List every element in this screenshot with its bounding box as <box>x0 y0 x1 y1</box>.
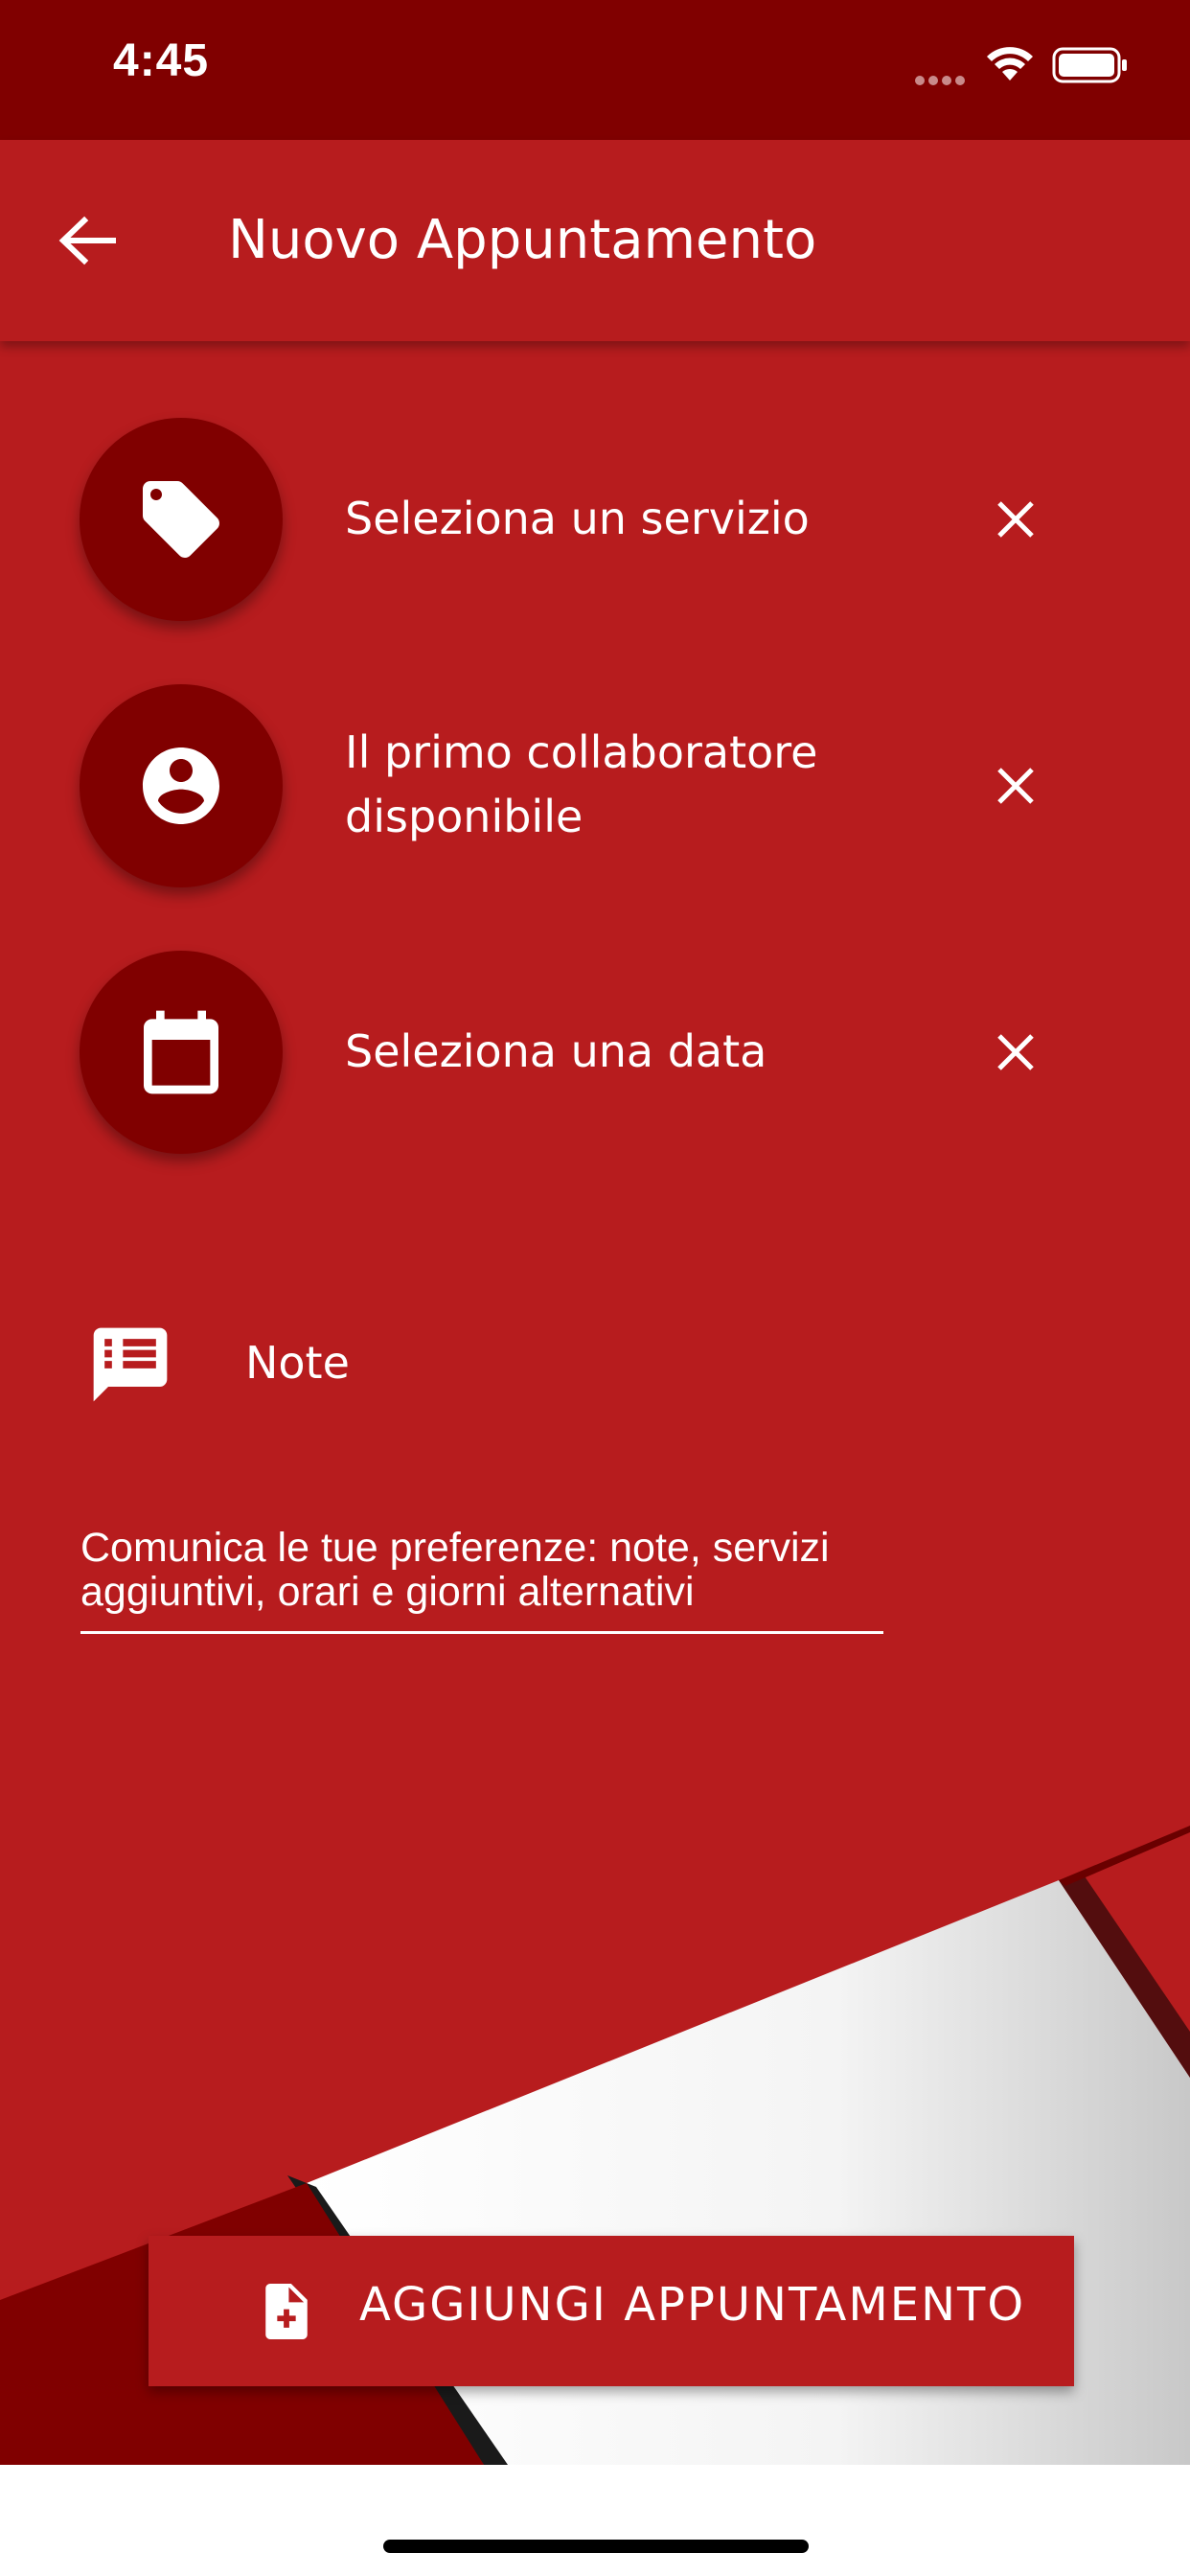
select-date-row[interactable]: Seleziona una data <box>0 951 1190 1154</box>
wifi-icon <box>987 47 1033 80</box>
date-label: Seleziona una data <box>345 1025 767 1077</box>
app-bar: Nuovo Appuntamento <box>0 140 1190 341</box>
home-indicator[interactable] <box>383 2540 809 2553</box>
status-bar: 4:45 <box>0 0 1190 140</box>
page-title: Nuovo Appuntamento <box>228 209 817 271</box>
add-appointment-label: AGGIUNGI APPUNTAMENTO <box>359 2278 1026 2332</box>
collaborator-label: Il primo collaboratore disponibile <box>345 726 818 842</box>
notes-placeholder: Comunica le tue preferenze: note, serviz… <box>80 1525 830 1615</box>
account-circle-icon <box>143 748 219 824</box>
add-document-icon <box>265 2284 308 2339</box>
service-icon-button[interactable] <box>80 418 283 621</box>
back-button[interactable] <box>52 207 128 274</box>
signal-icon <box>915 71 969 89</box>
service-label: Seleziona un servizio <box>345 493 810 544</box>
notes-icon <box>93 1327 168 1402</box>
add-appointment-button[interactable]: AGGIUNGI APPUNTAMENTO <box>149 2236 1074 2386</box>
tag-icon <box>143 481 219 558</box>
background-graphic <box>0 0 1190 2576</box>
calendar-icon <box>144 1010 218 1094</box>
clear-service-button[interactable] <box>992 495 1040 543</box>
clear-date-button[interactable] <box>992 1028 1040 1076</box>
battery-icon <box>1052 47 1127 83</box>
home-indicator-area <box>0 2465 1190 2576</box>
select-collaborator-row[interactable]: Il primo collaboratore disponibile <box>0 684 1190 887</box>
notes-input[interactable]: Comunica le tue preferenze: note, serviz… <box>80 1526 883 1634</box>
collaborator-icon-button[interactable] <box>80 684 283 887</box>
notes-label: Note <box>245 1337 350 1389</box>
clear-collaborator-button[interactable] <box>992 762 1040 810</box>
select-service-row[interactable]: Seleziona un servizio <box>0 418 1190 621</box>
date-icon-button[interactable] <box>80 951 283 1154</box>
status-time: 4:45 <box>113 35 210 86</box>
